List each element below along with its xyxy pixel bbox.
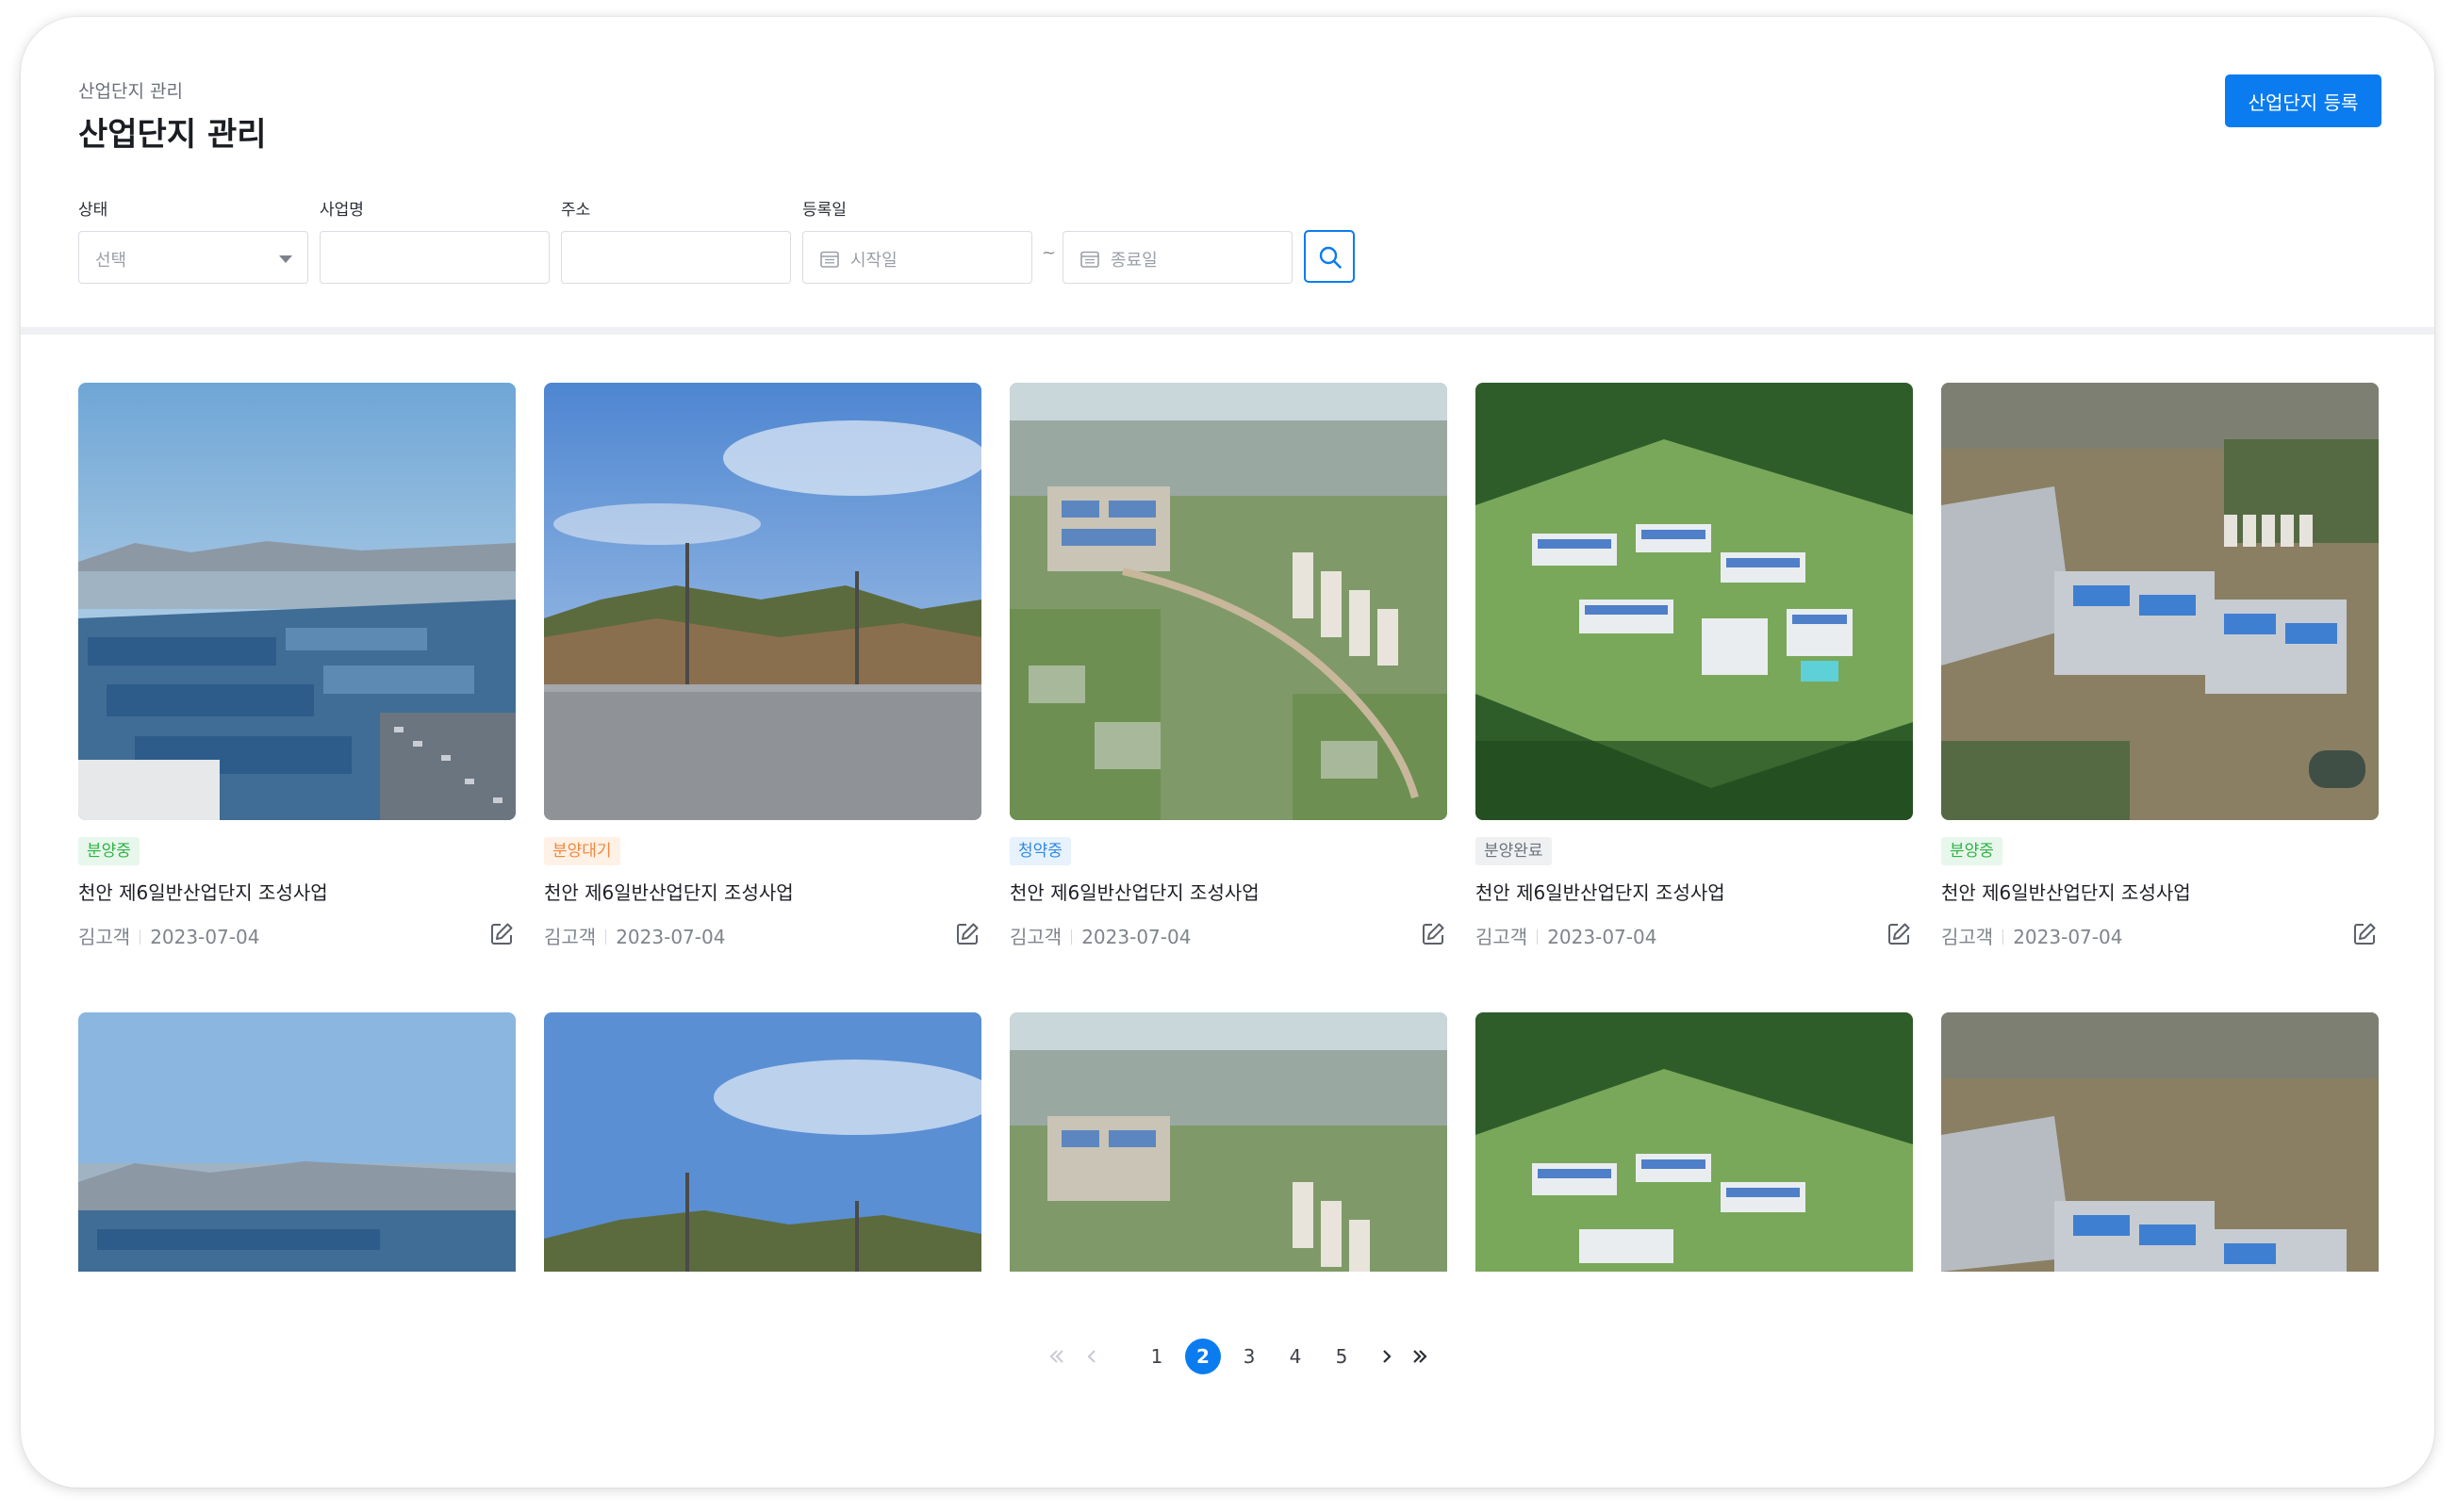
meta-divider	[2002, 929, 2004, 945]
green-complex-thumbnail	[1475, 383, 1913, 820]
register-complex-button[interactable]: 산업단지 등록	[2225, 74, 2381, 127]
status-select[interactable]: 선택	[78, 231, 308, 284]
status-badge: 분양대기	[544, 837, 620, 865]
card-date: 2023-07-04	[150, 926, 260, 948]
section-divider	[21, 327, 2434, 335]
card-meta: 김고객 2023-07-04	[1941, 922, 2379, 948]
card-date: 2023-07-04	[2013, 926, 2123, 948]
business-name-input[interactable]	[320, 231, 550, 284]
page-1-button[interactable]: 1	[1139, 1339, 1175, 1374]
search-icon	[1319, 246, 1342, 269]
date-range-separator: ~	[1042, 243, 1057, 263]
aerial-town-thumbnail	[1010, 1012, 1447, 1272]
status-badge: 분양완료	[1475, 837, 1552, 865]
card-author: 김고객	[544, 926, 597, 948]
start-date-input[interactable]: 시작일	[802, 231, 1032, 284]
edit-icon[interactable]	[2352, 922, 2377, 946]
page-title: 산업단지 관리	[78, 116, 267, 154]
complex-card[interactable]	[1010, 1012, 1447, 1272]
card-date: 2023-07-04	[1547, 926, 1657, 948]
card-author: 김고객	[1010, 926, 1063, 948]
status-badge: 분양중	[1941, 837, 2002, 865]
factory-port-thumbnail	[78, 383, 516, 820]
complex-card[interactable]: 청약중 천안 제6일반산업단지 조성사업 김고객 2023-07-04	[1010, 383, 1447, 948]
card-author: 김고객	[1941, 926, 1994, 948]
green-complex-thumbnail	[1475, 1012, 1913, 1272]
first-page-button[interactable]	[1039, 1339, 1075, 1374]
page-4-button[interactable]: 4	[1277, 1339, 1313, 1374]
complex-card[interactable]: 분양대기 천안 제6일반산업단지 조성사업 김고객 2023-07-04	[544, 383, 981, 948]
card-title: 천안 제6일반산업단지 조성사업	[1941, 881, 2191, 904]
calendar-icon	[820, 251, 839, 268]
prev-page-button[interactable]	[1074, 1339, 1110, 1374]
card-title: 천안 제6일반산업단지 조성사업	[544, 881, 794, 904]
end-date-input[interactable]: 종료일	[1063, 231, 1293, 284]
chevron-down-icon	[279, 255, 292, 263]
end-date-placeholder: 종료일	[1111, 251, 1158, 271]
status-filter-label: 상태	[78, 201, 108, 220]
aerial-plant-thumbnail	[1941, 1012, 2379, 1272]
factory-port-thumbnail	[78, 1012, 516, 1272]
meta-divider	[1537, 929, 1539, 945]
double-chevron-left-icon	[1049, 1350, 1063, 1363]
chevron-left-icon	[1087, 1350, 1096, 1363]
edit-icon[interactable]	[489, 922, 514, 946]
card-meta: 김고객 2023-07-04	[1475, 922, 1913, 948]
page-3-button[interactable]: 3	[1231, 1339, 1267, 1374]
business-name-label: 사업명	[320, 201, 364, 220]
chevron-right-icon	[1383, 1350, 1392, 1363]
complex-card[interactable]	[544, 1012, 981, 1272]
complex-card[interactable]	[78, 1012, 516, 1272]
card-date: 2023-07-04	[616, 926, 726, 948]
address-label: 주소	[561, 201, 591, 220]
card-meta: 김고객 2023-07-04	[78, 922, 516, 948]
registration-date-label: 등록일	[802, 201, 847, 220]
complex-card[interactable]: 분양중 천안 제6일반산업단지 조성사업 김고객 2023-07-04	[78, 383, 516, 948]
status-badge: 청약중	[1010, 837, 1071, 865]
next-page-button[interactable]	[1369, 1339, 1405, 1374]
complex-card[interactable]: 분양완료 천안 제6일반산업단지 조성사업 김고객 2023-07-04	[1475, 383, 1913, 948]
roadside-hill-thumbnail	[544, 1012, 981, 1272]
edit-icon[interactable]	[955, 922, 980, 946]
complex-card[interactable]: 분양중 천안 제6일반산업단지 조성사업 김고객 2023-07-04	[1941, 383, 2379, 948]
complex-card[interactable]	[1475, 1012, 1913, 1272]
aerial-plant-thumbnail	[1941, 383, 2379, 820]
double-chevron-right-icon	[1413, 1350, 1427, 1363]
page-5-button[interactable]: 5	[1324, 1339, 1359, 1374]
meta-divider	[605, 929, 607, 945]
roadside-hill-thumbnail	[544, 383, 981, 820]
meta-divider	[1071, 929, 1073, 945]
card-title: 천안 제6일반산업단지 조성사업	[1475, 881, 1725, 904]
address-input[interactable]	[561, 231, 791, 284]
search-button[interactable]	[1304, 230, 1355, 283]
card-title: 천안 제6일반산업단지 조성사업	[1010, 881, 1260, 904]
calendar-icon	[1080, 251, 1099, 268]
aerial-town-thumbnail	[1010, 383, 1447, 820]
pagination: 1 2 3 4 5	[21, 1339, 2434, 1376]
card-author: 김고객	[78, 926, 131, 948]
complex-card[interactable]	[1941, 1012, 2379, 1272]
card-date: 2023-07-04	[1081, 926, 1192, 948]
status-select-value: 선택	[95, 251, 127, 271]
card-meta: 김고객 2023-07-04	[1010, 922, 1447, 948]
page-2-button[interactable]: 2	[1185, 1339, 1221, 1374]
card-meta: 김고객 2023-07-04	[544, 922, 981, 948]
card-title: 천안 제6일반산업단지 조성사업	[78, 881, 328, 904]
edit-icon[interactable]	[1887, 922, 1911, 946]
last-page-button[interactable]	[1402, 1339, 1438, 1374]
app-window: 산업단지 관리 산업단지 관리 산업단지 등록 상태 선택 사업명 주소 등록일…	[21, 17, 2434, 1487]
breadcrumb: 산업단지 관리	[78, 81, 183, 102]
start-date-placeholder: 시작일	[850, 251, 898, 271]
status-badge: 분양중	[78, 837, 140, 865]
edit-icon[interactable]	[1421, 922, 1445, 946]
card-author: 김고객	[1475, 926, 1528, 948]
